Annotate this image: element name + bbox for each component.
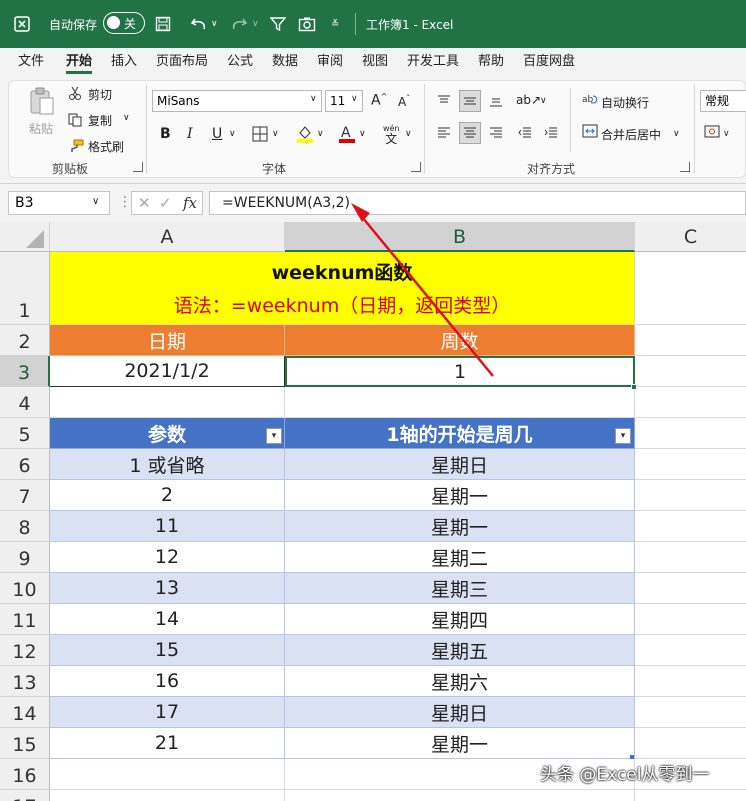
annotation-arrow	[351, 203, 494, 377]
excel-window: 自动保存 关 ∨ ∨ ≚ 工作簿1 - Excel 文件 开始 插入 页面布局 …	[0, 0, 746, 801]
watermark-text: 头条 @Excel从零到一	[540, 765, 710, 785]
